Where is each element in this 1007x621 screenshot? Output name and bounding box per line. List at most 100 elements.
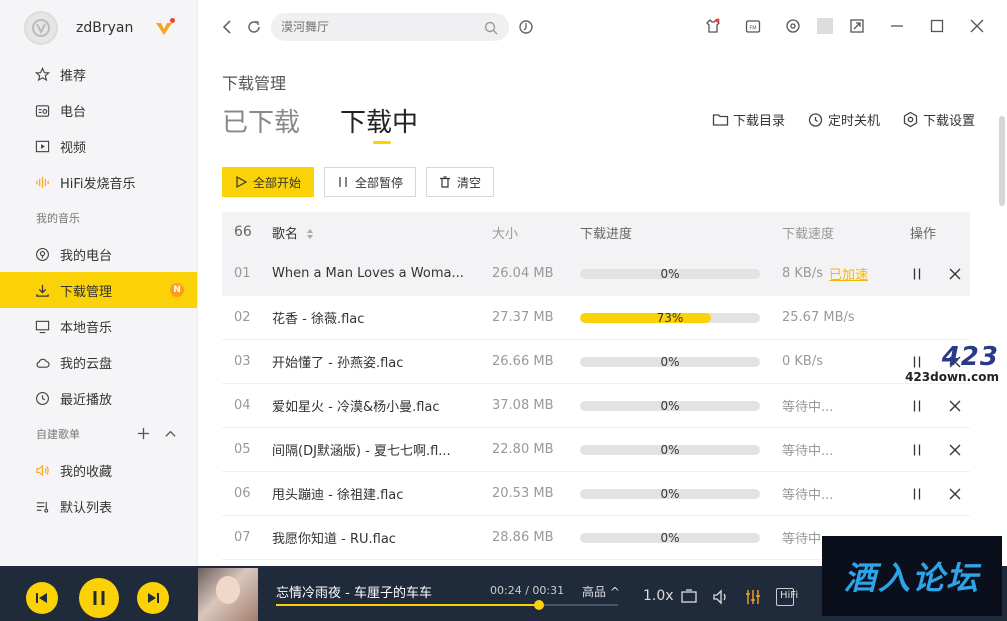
music-recognize-icon[interactable]: [518, 19, 534, 35]
pause-icon[interactable]: [910, 267, 924, 281]
avatar[interactable]: [24, 11, 58, 45]
progress-track[interactable]: [276, 600, 618, 610]
tab-downloaded[interactable]: 已下载: [222, 102, 300, 138]
equalizer-icon[interactable]: [744, 588, 762, 606]
close-window-icon[interactable]: [969, 18, 985, 34]
close-icon[interactable]: [948, 443, 962, 457]
new-badge: N: [170, 283, 184, 297]
table-row[interactable]: 06 甩头蹦迪 - 徐祖建.flac 20.53 MB 0% 等待中...: [222, 472, 970, 516]
song-title[interactable]: 忘情冷雨夜 - 车厘子的车车: [276, 582, 432, 601]
vip-icon[interactable]: [155, 18, 176, 36]
nav-label: 本地音乐: [60, 320, 113, 336]
header-name[interactable]: 歌名: [272, 223, 492, 242]
song-name: 甩头蹦迪 - 徐祖建.flac: [272, 488, 404, 503]
timer-shutdown-button[interactable]: 定时关机: [807, 110, 880, 129]
prev-button[interactable]: [26, 582, 58, 614]
row-index: 07: [234, 530, 251, 545]
sidebar: zdBryan 推荐 电台 视频 HiFi发烧音乐 我的音乐 我的电台 下载管理 N 本地音…: [0, 0, 198, 566]
nav-label: 我的电台: [60, 248, 113, 264]
volume-icon[interactable]: [712, 588, 730, 606]
settings-hex-icon: [903, 111, 918, 128]
hifi-wave-icon: [34, 174, 50, 190]
sidebar-item-radio[interactable]: 电台: [0, 92, 197, 128]
row-index: 05: [234, 442, 251, 457]
pause-icon[interactable]: [910, 399, 924, 413]
sidebar-item-cloud-drive[interactable]: 我的云盘: [0, 344, 197, 380]
album-cover[interactable]: [198, 568, 258, 621]
download-speed: 等待中...: [782, 400, 834, 415]
hifi-badge[interactable]: HiFi: [776, 588, 798, 606]
forum-watermark: 酒入论坛: [822, 536, 1002, 616]
sort-icon[interactable]: [306, 228, 314, 240]
table-row[interactable]: 03 开始懂了 - 孙燕姿.flac 26.66 MB 0% 0 KB/s: [222, 340, 970, 384]
progress-text: 0%: [660, 488, 680, 499]
table-row[interactable]: 05 间隔(DJ默涵版) - 夏七七啊.fl... 22.80 MB 0% 等待中...: [222, 428, 970, 472]
sidebar-item-default-list[interactable]: 默认列表: [0, 488, 197, 524]
table-row[interactable]: 02 花香 - 徐薇.flac 27.37 MB 73% 25.67 MB/s: [222, 296, 970, 340]
monitor-icon: [34, 318, 50, 334]
download-folder-button[interactable]: 下载目录: [712, 110, 785, 129]
progress-thumb[interactable]: [534, 600, 545, 610]
close-icon[interactable]: [948, 399, 962, 413]
progress-text: 0%: [660, 356, 680, 367]
back-icon[interactable]: [220, 19, 234, 35]
sidebar-item-local-music[interactable]: 本地音乐: [0, 308, 197, 344]
progress-bar: 0%: [580, 356, 760, 367]
minimize-icon[interactable]: [889, 18, 905, 34]
refresh-icon[interactable]: [246, 19, 262, 35]
header-speed: 下载速度: [782, 226, 835, 242]
sidebar-item-video[interactable]: 视频: [0, 128, 197, 164]
close-icon[interactable]: [948, 267, 962, 281]
pause-icon[interactable]: [910, 487, 924, 501]
nav-label: 我的云盘: [60, 356, 113, 372]
timer-icon: [808, 113, 823, 127]
skin-shirt-icon[interactable]: [705, 18, 721, 34]
table-row[interactable]: 01 When a Man Loves a Woma... 26.04 MB 0% 8 …: [222, 252, 970, 296]
search-icon[interactable]: [484, 20, 498, 35]
download-speed: 等待中...: [782, 488, 834, 503]
playback-rate[interactable]: 1.0x: [643, 588, 674, 604]
sidebar-item-my-radio[interactable]: 我的电台: [0, 236, 197, 272]
song-name: 花香 - 徐薇.flac: [272, 312, 365, 327]
sidebar-item-my-favorites[interactable]: 我的收藏: [0, 452, 197, 488]
settings-gear-icon[interactable]: [785, 18, 801, 34]
sidebar-item-hifi[interactable]: HiFi发烧音乐: [0, 164, 197, 200]
accelerated-link[interactable]: 已加速: [829, 264, 868, 283]
next-button[interactable]: [137, 582, 169, 614]
tab-downloading[interactable]: 下载中: [340, 102, 418, 144]
pause-icon[interactable]: [910, 443, 924, 457]
maximize-icon[interactable]: [929, 18, 945, 34]
download-settings-button[interactable]: 下载设置: [902, 110, 975, 129]
sidebar-item-download-manager[interactable]: 下载管理 N: [0, 272, 197, 308]
table-row[interactable]: 04 爱如星火 - 冷漠&杨小曼.flac 37.08 MB 0% 等待中...: [222, 384, 970, 428]
mini-lyrics-icon[interactable]: [680, 588, 698, 606]
progress-fill: [276, 604, 540, 606]
clear-button[interactable]: 清空: [426, 167, 495, 197]
divider: [817, 18, 833, 34]
scroll-thumb[interactable]: [999, 116, 1005, 206]
add-playlist-icon[interactable]: [137, 427, 150, 443]
sidebar-item-recommend[interactable]: 推荐: [0, 56, 197, 92]
sidebar-item-recent-play[interactable]: 最近播放: [0, 380, 197, 416]
profile[interactable]: zdBryan: [0, 0, 197, 56]
fm-icon[interactable]: FM: [745, 18, 761, 34]
nav-label: 推荐: [60, 68, 87, 84]
username[interactable]: zdBryan: [76, 20, 133, 36]
download-speed: 等待中...: [782, 444, 834, 459]
search-input[interactable]: [271, 13, 509, 41]
page-title: 下载管理: [222, 74, 287, 93]
playlist-title: 自建歌单: [0, 416, 197, 452]
table-header: 66 歌名 大小 下载进度 下载速度 操作: [222, 212, 970, 252]
trash-icon: [440, 176, 451, 188]
quality-selector[interactable]: 高品 ^: [582, 583, 620, 600]
file-size: 26.66 MB: [492, 354, 554, 369]
download-table: 66 歌名 大小 下载进度 下载速度 操作 01 When a Man Loves…: [222, 212, 970, 560]
pause-button[interactable]: [79, 578, 119, 618]
mini-mode-icon[interactable]: [849, 18, 865, 34]
close-icon[interactable]: [948, 487, 962, 501]
scrollbar[interactable]: [999, 116, 1007, 206]
start-all-button[interactable]: 全部开始: [222, 167, 315, 197]
pause-all-button[interactable]: 全部暂停: [324, 167, 417, 197]
progress-text: 0%: [660, 444, 680, 455]
collapse-chevron-icon[interactable]: [164, 427, 177, 443]
